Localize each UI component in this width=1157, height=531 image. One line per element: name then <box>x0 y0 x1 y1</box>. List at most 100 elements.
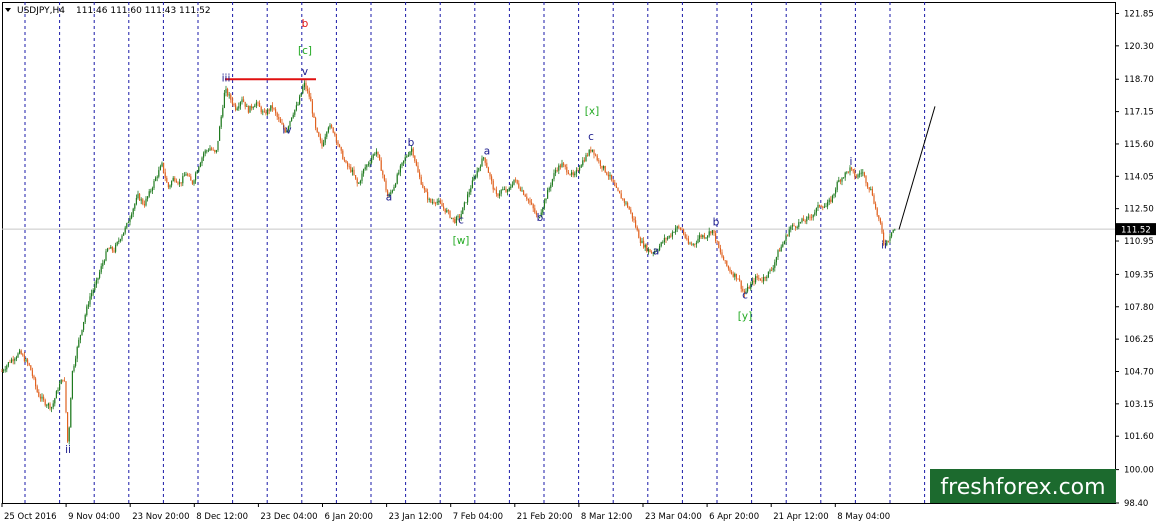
candle-body <box>292 114 294 118</box>
candle <box>604 165 606 174</box>
candle-body <box>767 271 769 277</box>
candle-body <box>414 155 416 162</box>
candle-body <box>115 244 117 252</box>
candle-body <box>268 109 270 111</box>
candle <box>71 370 73 400</box>
wave-label: ii <box>881 239 887 251</box>
candle-body <box>132 208 134 215</box>
candle-body <box>204 150 206 154</box>
candle-body <box>668 235 670 238</box>
candle-body <box>54 398 56 404</box>
candle-body <box>433 201 435 203</box>
candle-body <box>174 177 176 181</box>
candle-body <box>868 187 870 190</box>
candle-body <box>532 204 534 209</box>
candle-body <box>811 217 813 219</box>
candle-body <box>315 117 317 128</box>
candle-body <box>564 164 566 167</box>
candle-body <box>51 407 53 409</box>
candle-body <box>516 179 518 184</box>
candle-body <box>238 106 240 109</box>
candle-body <box>543 200 545 208</box>
candle-body <box>228 94 230 96</box>
candle-body <box>889 236 891 241</box>
candle-body <box>180 182 182 184</box>
candle-body <box>705 237 707 239</box>
price-chart[interactable]: b [c] v iii iv ii a b c [w] a b [x] c a b c [y] i ii 121.85 1… <box>0 0 1157 527</box>
candle-body <box>70 398 72 428</box>
candle-body <box>291 117 293 122</box>
candle-body <box>233 103 235 105</box>
candle-body <box>399 165 401 173</box>
candle-body <box>361 173 363 181</box>
candle-body <box>558 165 560 171</box>
candle-body <box>382 170 384 175</box>
candle-body <box>84 315 86 322</box>
candle-body <box>641 240 643 243</box>
candle-body <box>215 150 217 152</box>
x-tick-label: 6 Apr 20:00 <box>709 512 759 522</box>
candle-body <box>278 116 280 120</box>
candle-body <box>129 218 131 223</box>
candle-body <box>171 181 173 186</box>
candle-body <box>444 208 446 213</box>
candle-body <box>63 380 65 382</box>
candle-body <box>275 109 277 113</box>
candle-body <box>524 194 526 197</box>
candle-body <box>806 217 808 222</box>
candle-body <box>679 227 681 230</box>
candle-body <box>867 183 869 188</box>
candle-body <box>572 172 574 176</box>
candle-body <box>561 163 563 168</box>
candle-body <box>369 162 371 164</box>
candle-body <box>185 174 187 176</box>
candle-body <box>500 190 502 194</box>
wave-label: [c] <box>298 45 312 57</box>
candle-body <box>670 235 672 237</box>
candle-body <box>355 175 357 179</box>
y-tick-label: 110.95 <box>1124 237 1154 247</box>
candle-body <box>734 273 736 277</box>
candle-body <box>809 216 811 218</box>
candle-body <box>465 202 467 204</box>
candle <box>316 127 318 133</box>
wave-label: b <box>713 216 720 228</box>
candle-body <box>615 185 617 188</box>
candle <box>332 127 334 134</box>
candle-body <box>209 148 211 151</box>
candle-body <box>49 403 51 409</box>
candle-body <box>46 405 48 407</box>
candle-body <box>551 179 553 186</box>
candle-body <box>879 218 881 223</box>
candle-body <box>470 188 472 193</box>
candle-body <box>452 217 454 220</box>
candle-body <box>313 113 315 118</box>
candle-body <box>417 165 419 173</box>
candle-body <box>579 167 581 171</box>
candle-body <box>529 200 531 203</box>
candle-body <box>534 208 536 213</box>
candle-body <box>763 277 765 282</box>
candle-body <box>307 89 309 91</box>
candle-body <box>105 251 107 261</box>
candle-body <box>612 179 614 183</box>
candle-body <box>569 173 571 175</box>
candle-body <box>124 227 126 233</box>
candle-body <box>878 215 880 219</box>
candle-body <box>303 82 305 87</box>
candle <box>249 105 251 113</box>
candle-body <box>729 268 731 272</box>
candle-body <box>580 165 582 168</box>
candle-body <box>111 246 113 251</box>
candle-body <box>591 149 593 152</box>
candle-body <box>398 172 400 175</box>
current-price-label: 111.52 <box>1121 226 1151 236</box>
candle-body <box>342 150 344 160</box>
candle-body <box>164 172 166 178</box>
candle-body <box>198 166 200 172</box>
candle-body <box>574 173 576 176</box>
candle-body <box>455 217 457 223</box>
candle-body <box>12 359 14 361</box>
candle-body <box>847 171 849 173</box>
candle-body <box>681 229 683 231</box>
